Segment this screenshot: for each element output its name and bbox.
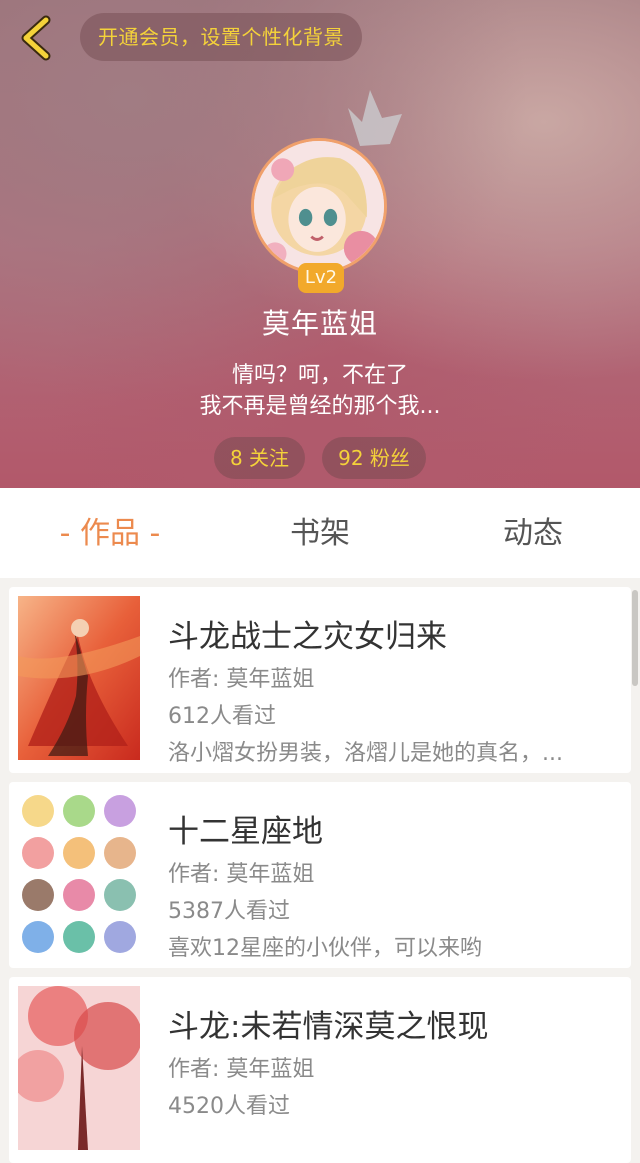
book-description: 喜欢12星座的小伙伴，可以来哟 [168, 936, 482, 961]
scrollbar[interactable] [632, 590, 638, 686]
book-card[interactable]: 斗龙:未若情深莫之恨现 作者: 莫年蓝姐 4520人看过 [9, 977, 631, 1163]
book-cover-art [18, 986, 140, 1150]
book-author: 作者: 莫年蓝姐 [168, 862, 315, 887]
following-count-button[interactable]: 8 关注 [214, 437, 305, 479]
book-card[interactable]: 斗龙战士之灾女归来 作者: 莫年蓝姐 612人看过 洛小熠女扮男装，洛熠儿是她的… [9, 587, 631, 773]
crown-icon [348, 90, 402, 146]
book-views: 4520人看过 [168, 1094, 290, 1119]
avatar-illustration [254, 141, 384, 271]
book-cover-art [18, 791, 140, 955]
profile-header: 开通会员，设置个性化背景 Lv2 莫年蓝姐 情吗？呵，不在了 我不再是曾经的那个… [0, 0, 640, 488]
book-views: 5387人看过 [168, 899, 290, 924]
book-cover[interactable] [18, 596, 140, 760]
profile-tabs: - 作品 - 书架 动态 [0, 488, 640, 578]
username: 莫年蓝姐 [261, 307, 378, 340]
fans-count-button[interactable]: 92 粉丝 [322, 437, 426, 479]
avatar[interactable] [251, 138, 387, 274]
book-title[interactable]: 斗龙:未若情深莫之恨现 [168, 1001, 488, 1046]
tab-feed[interactable]: 动态 [463, 488, 603, 578]
bio-line-1: 情吗？呵，不在了 [231, 363, 408, 388]
book-title[interactable]: 斗龙战士之灾女归来 [168, 611, 447, 656]
bio-line-2: 我不再是曾经的那个我... [199, 394, 441, 419]
book-cover[interactable] [18, 791, 140, 955]
level-badge: Lv2 [298, 263, 344, 293]
bio: 情吗？呵，不在了 我不再是曾经的那个我... [0, 360, 640, 422]
book-author: 作者: 莫年蓝姐 [168, 1057, 315, 1082]
book-description: 洛小熠女扮男装，洛熠儿是她的真名，... [168, 741, 563, 766]
book-cover[interactable] [18, 986, 140, 1150]
back-arrow-icon[interactable] [14, 14, 58, 62]
book-card[interactable]: 十二星座地 作者: 莫年蓝姐 5387人看过 喜欢12星座的小伙伴，可以来哟 [9, 782, 631, 968]
book-title[interactable]: 十二星座地 [168, 806, 323, 851]
book-cover-art [18, 596, 140, 760]
book-author: 作者: 莫年蓝姐 [168, 667, 315, 692]
vip-background-button[interactable]: 开通会员，设置个性化背景 [80, 13, 362, 61]
tab-bookshelf[interactable]: 书架 [250, 488, 390, 578]
tab-works[interactable]: - 作品 - [40, 488, 180, 578]
book-views: 612人看过 [168, 704, 276, 729]
